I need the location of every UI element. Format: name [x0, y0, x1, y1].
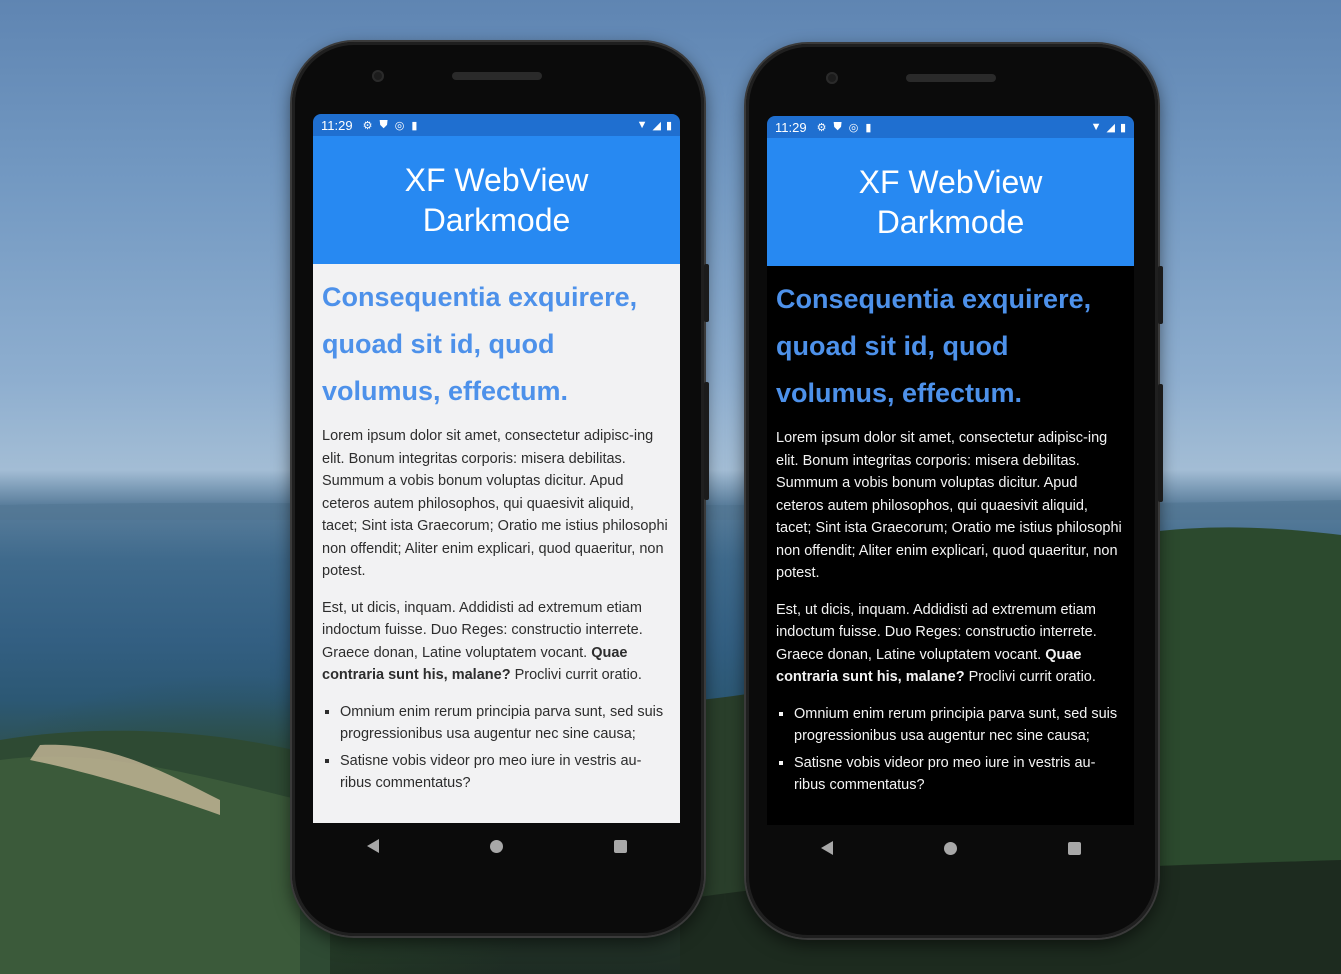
navigation-bar — [767, 825, 1134, 871]
bullet-list: Omnium enim rerum principia parva sunt, … — [322, 701, 671, 795]
webview-content[interactable]: Consequentia exquirere, quoad sit id, qu… — [767, 266, 1134, 825]
paragraph-2: Est, ut dicis, inquam. Addidisti ad extr… — [322, 597, 671, 687]
sd-card-icon: ▮ — [865, 121, 872, 134]
paragraph-2-end: Proclivi currit oratio. — [510, 667, 642, 683]
app-title: XF WebView Darkmode — [404, 162, 589, 238]
bullet-list: Omnium enim rerum principia parva sunt, … — [776, 703, 1125, 797]
screen-dark: 11:29 ⚙ ⛊ ◎ ▮ ▼ ◢ ▮ XF WebView Darkmode … — [767, 116, 1134, 825]
app-bar: XF WebView Darkmode — [313, 136, 680, 264]
earpiece-speaker — [452, 72, 542, 80]
screen-light: 11:29 ⚙ ⛊ ◎ ▮ ▼ ◢ ▮ XF WebView Darkmode … — [313, 114, 680, 823]
battery-icon: ▮ — [665, 119, 672, 132]
front-camera — [372, 70, 384, 82]
power-button[interactable] — [704, 264, 709, 322]
phone-light: 11:29 ⚙ ⛊ ◎ ▮ ▼ ◢ ▮ XF WebView Darkmode … — [292, 42, 709, 936]
nav-recents-icon[interactable] — [613, 839, 627, 853]
nav-back-icon[interactable] — [820, 841, 833, 855]
list-item: Omnium enim rerum principia parva sunt, … — [794, 703, 1125, 748]
paragraph-2-end: Proclivi currit oratio. — [964, 669, 1096, 685]
power-button[interactable] — [1158, 266, 1163, 324]
sd-card-icon: ▮ — [411, 119, 418, 132]
nav-back-icon[interactable] — [366, 839, 379, 853]
navigation-bar — [313, 823, 680, 869]
earpiece-speaker — [906, 74, 996, 82]
paragraph-2: Est, ut dicis, inquam. Addidisti ad extr… — [776, 599, 1125, 689]
wifi-icon: ▼ — [1090, 120, 1102, 133]
battery-icon: ▮ — [1119, 121, 1126, 134]
status-time: 11:29 — [775, 119, 807, 135]
nav-home-icon[interactable] — [943, 841, 957, 855]
shield-icon: ⛊ — [833, 120, 842, 133]
sync-icon: ◎ — [848, 121, 859, 134]
volume-button[interactable] — [1158, 384, 1163, 502]
volume-button[interactable] — [704, 382, 709, 500]
list-item: Satisne vobis videor pro meo iure in ves… — [794, 752, 1125, 797]
paragraph-1: Lorem ipsum dolor sit amet, consectetur … — [776, 430, 1122, 581]
sync-icon: ◎ — [394, 119, 405, 132]
article-heading: Consequentia exquirere, quoad sit id, qu… — [776, 284, 1092, 408]
list-item: Omnium enim rerum principia parva sunt, … — [340, 701, 671, 746]
paragraph-1: Lorem ipsum dolor sit amet, consectetur … — [322, 428, 668, 579]
phone-dark: 11:29 ⚙ ⛊ ◎ ▮ ▼ ◢ ▮ XF WebView Darkmode … — [746, 44, 1163, 938]
app-bar: XF WebView Darkmode — [767, 138, 1134, 266]
status-bar: 11:29 ⚙ ⛊ ◎ ▮ ▼ ◢ ▮ — [767, 116, 1134, 138]
settings-icon: ⚙ — [816, 121, 827, 134]
nav-home-icon[interactable] — [489, 839, 503, 853]
app-title: XF WebView Darkmode — [858, 164, 1043, 240]
shield-icon: ⛊ — [379, 118, 388, 131]
status-bar: 11:29 ⚙ ⛊ ◎ ▮ ▼ ◢ ▮ — [313, 114, 680, 136]
webview-content[interactable]: Consequentia exquirere, quoad sit id, qu… — [313, 264, 680, 823]
list-item: Satisne vobis videor pro meo iure in ves… — [340, 750, 671, 795]
signal-icon: ◢ — [1106, 121, 1115, 134]
front-camera — [826, 72, 838, 84]
nav-recents-icon[interactable] — [1067, 841, 1081, 855]
wifi-icon: ▼ — [636, 118, 648, 131]
settings-icon: ⚙ — [362, 119, 373, 132]
signal-icon: ◢ — [652, 119, 661, 132]
status-time: 11:29 — [321, 117, 353, 133]
article-heading: Consequentia exquirere, quoad sit id, qu… — [322, 282, 638, 406]
